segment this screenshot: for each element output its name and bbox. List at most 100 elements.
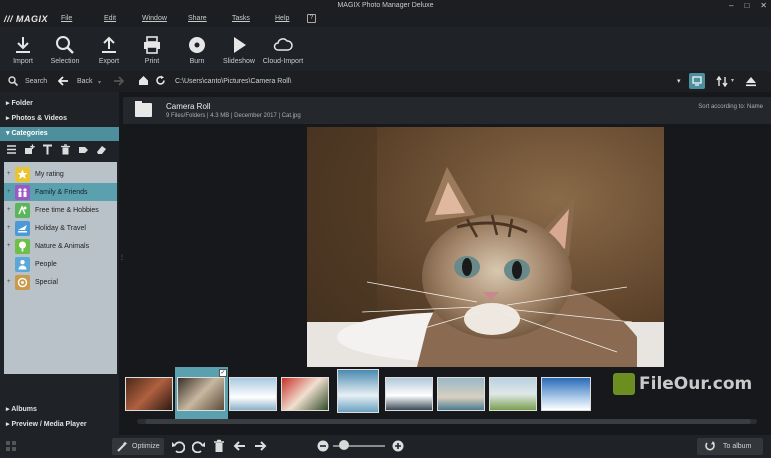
burn-button[interactable]: Burn [174,35,220,65]
search-icon[interactable] [8,76,18,86]
optimize-button[interactable]: Optimize [112,438,164,455]
filmstrip-scrollbar[interactable] [137,419,757,424]
to-album-button[interactable]: To album [697,438,763,455]
person-icon [15,256,30,272]
previous-arrow-icon[interactable] [233,439,247,453]
category-free-time-hobbies[interactable]: + Free time & Hobbies [4,201,117,219]
selection-label: Selection [50,58,80,65]
category-people[interactable]: People [4,255,117,273]
sort-icon[interactable] [716,76,728,87]
thumbnail-5[interactable] [337,369,379,413]
cloud-import-label: Cloud-Import [262,58,304,65]
thumbnail-8[interactable] [489,377,537,411]
list-icon[interactable] [6,144,17,155]
forward-arrow-icon[interactable] [113,76,124,86]
preview-label: Preview / Media Player [11,421,87,428]
refresh-icon[interactable] [155,75,166,86]
thumbnail-6[interactable] [385,377,433,411]
bottom-toolbar: Optimize To album [0,435,771,458]
category-special[interactable]: + Special [4,273,117,291]
rotate-left-icon[interactable] [171,439,185,453]
category-family-friends[interactable]: + Family & Friends [4,183,117,201]
eraser-icon[interactable] [96,144,107,155]
back-arrow-icon[interactable] [58,76,69,86]
category-holiday-travel[interactable]: + Holiday & Travel [4,219,117,237]
printer-icon [144,36,160,54]
path-dropdown-icon[interactable]: ▾ [677,77,681,85]
menu-tasks[interactable]: Tasks [232,15,250,22]
cloud-import-button[interactable]: Cloud-Import [259,35,307,65]
slideshow-label: Slideshow [223,58,255,65]
scrollbar-thumb[interactable] [145,419,751,424]
sort-dropdown-icon[interactable]: ▾ [731,77,734,84]
sidebar-section-folder[interactable]: ▸ Folder [0,97,119,111]
expand-icon[interactable]: + [7,207,11,213]
folder-label: Folder [11,100,33,107]
category-nature-animals[interactable]: + Nature & Animals [4,237,117,255]
grid-view-icon[interactable] [6,441,16,451]
star-icon [15,166,30,182]
help-icon[interactable]: ? [307,14,316,23]
category-label: Special [35,278,58,286]
sort-label[interactable]: Sort according to: Name [698,104,763,110]
maximize-button[interactable]: □ [744,0,749,11]
trash-icon[interactable] [212,439,226,453]
expand-icon[interactable]: + [7,279,11,285]
zoom-out-icon[interactable] [317,440,329,452]
import-button[interactable]: Import [0,35,46,65]
category-my-rating[interactable]: + My rating [4,165,117,183]
thumbnail-4[interactable] [281,377,329,411]
add-category-icon[interactable] [24,144,35,155]
thumbnail-7[interactable] [437,377,485,411]
home-icon[interactable] [138,75,149,86]
search-label[interactable]: Search [25,78,47,85]
burn-label: Burn [189,58,205,65]
sidebar-section-categories[interactable]: ▾ Categories [0,127,119,141]
preview-photo[interactable] [307,127,664,367]
expand-icon[interactable]: + [7,243,11,249]
rotate-right-icon[interactable] [192,439,206,453]
rename-text-icon[interactable] [42,144,53,155]
menu-file[interactable]: File [61,15,72,22]
watermark-text: FileOur.com [639,374,753,394]
expand-icon[interactable]: + [7,225,11,231]
zoom-in-icon[interactable] [392,440,404,452]
category-toolbar [6,144,107,155]
delete-icon[interactable] [60,144,71,155]
back-label[interactable]: Back [77,78,93,85]
travel-icon [15,220,30,236]
menu-help[interactable]: Help [275,15,289,22]
thumbnail-3[interactable] [229,377,277,411]
selection-button[interactable]: Selection [42,35,88,65]
zoom-slider-handle[interactable] [339,440,349,450]
thumbnail-2[interactable] [177,377,225,411]
expand-icon[interactable]: + [7,171,11,177]
photos-videos-label: Photos & Videos [11,115,67,122]
play-icon [234,37,246,53]
checkbox-icon[interactable]: ✓ [219,369,227,377]
sidebar-section-albums[interactable]: ▸ Albums [0,403,119,417]
category-label: People [35,260,57,268]
export-button[interactable]: Export [86,35,132,65]
sidebar-section-photos-videos[interactable]: ▸ Photos & Videos [0,112,119,126]
close-button[interactable]: ✕ [760,0,767,11]
expand-icon[interactable]: + [7,189,11,195]
print-label: Print [144,58,160,65]
fileour-logo-icon [613,373,635,395]
sidebar-section-preview[interactable]: ▸ Preview / Media Player [0,418,119,432]
eject-icon[interactable] [745,75,757,87]
thumbnail-1[interactable] [125,377,173,411]
menu-share[interactable]: Share [188,15,207,22]
menu-window[interactable]: Window [142,15,167,22]
menu-edit[interactable]: Edit [104,15,116,22]
slideshow-button[interactable]: Slideshow [216,35,262,65]
view-mode-button[interactable] [689,73,705,89]
hobby-icon [15,202,30,218]
minimize-button[interactable]: – [729,0,733,11]
print-button[interactable]: Print [129,35,175,65]
path-field[interactable]: C:\Users\canto\Pictures\Camera Roll\ [170,74,690,89]
back-dropdown-icon[interactable]: ▾ [98,79,101,86]
thumbnail-9[interactable] [541,377,591,411]
next-arrow-icon[interactable] [253,439,267,453]
tag-icon[interactable] [78,144,89,155]
